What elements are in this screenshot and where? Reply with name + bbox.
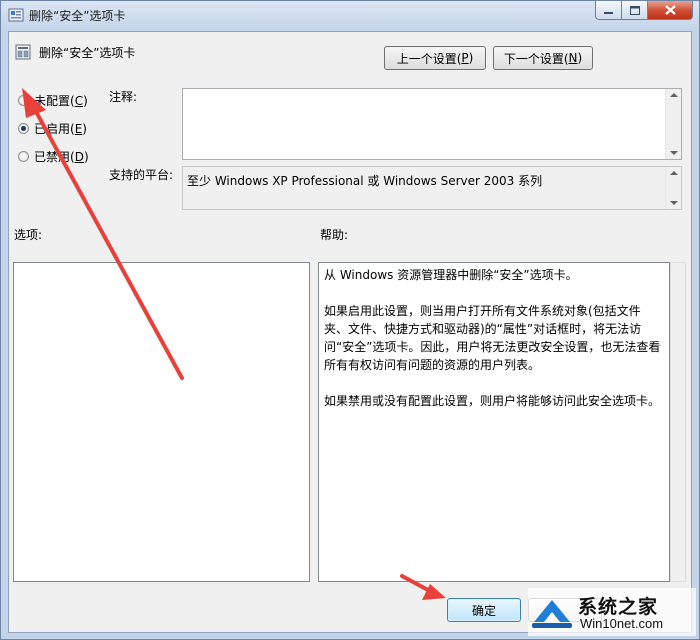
supported-platform-value: 至少 Windows XP Professional 或 Windows Ser…: [187, 174, 543, 188]
close-icon: [664, 5, 676, 15]
previous-setting-close-paren: ): [468, 51, 474, 65]
dialog-content: 删除“安全”选项卡 上一个设置(P) 下一个设置(N) 未配置(C) 已启用(E…: [8, 31, 692, 633]
radio-not-configured-label: 未配置(: [34, 94, 75, 108]
radio-not-configured-circle[interactable]: [18, 95, 29, 106]
dialog-window: 删除“安全”选项卡 删除“安全”选项卡 上一个设置(P) 下一个设置(N): [0, 0, 700, 640]
next-setting-close-paren: ): [577, 51, 583, 65]
comment-label: 注释:: [109, 90, 138, 104]
caption-buttons: [595, 1, 693, 21]
radio-enabled-label: 已启用(: [34, 122, 75, 136]
next-setting-label: 下一个设置(: [503, 51, 569, 66]
ok-button[interactable]: 确定: [447, 598, 521, 622]
radio-disabled-circle[interactable]: [18, 151, 29, 162]
window-title: 删除“安全”选项卡: [29, 9, 126, 23]
radio-not-configured-end: ): [83, 93, 88, 108]
radio-disabled-end: ): [83, 149, 89, 164]
scroll-down-icon[interactable]: [670, 151, 678, 155]
help-panel[interactable]: 从 Windows 资源管理器中删除“安全”选项卡。 如果启用此设置，则当用户打…: [318, 262, 670, 582]
previous-setting-label: 上一个设置(: [396, 51, 462, 66]
watermark-name: 系统之家: [578, 596, 659, 618]
scroll-down-icon[interactable]: [670, 201, 678, 205]
policy-title: 删除“安全”选项卡: [39, 46, 136, 60]
previous-setting-button[interactable]: 上一个设置(P): [384, 46, 486, 70]
help-scrollbar[interactable]: [670, 262, 686, 582]
radio-enabled[interactable]: 已启用(E): [18, 120, 87, 137]
next-setting-button[interactable]: 下一个设置(N): [493, 46, 593, 70]
help-paragraph-1: 从 Windows 资源管理器中删除“安全”选项卡。: [324, 268, 578, 282]
scroll-up-icon[interactable]: [670, 171, 678, 175]
minimize-button[interactable]: [595, 1, 622, 20]
radio-disabled[interactable]: 已禁用(D): [18, 148, 89, 165]
platform-scrollbar[interactable]: [665, 167, 681, 209]
comment-scrollbar[interactable]: [665, 89, 681, 159]
radio-not-configured-key: C: [74, 93, 84, 108]
options-panel[interactable]: [13, 262, 310, 582]
help-section-label: 帮助:: [320, 228, 349, 242]
options-section-label: 选项:: [14, 228, 43, 242]
maximize-icon: [629, 5, 640, 15]
help-paragraph-3: 如果禁用或没有配置此设置，则用户将能够访问此安全选项卡。: [324, 394, 661, 408]
radio-enabled-circle[interactable]: [18, 123, 29, 134]
close-button[interactable]: [648, 1, 693, 20]
group-policy-app-icon: [8, 8, 24, 22]
radio-disabled-label: 已禁用(: [34, 150, 75, 164]
minimize-icon: [604, 11, 613, 14]
help-paragraph-2: 如果启用此设置，则当用户打开所有文件系统对象(包括文件夹、文件、快捷方式和驱动器…: [324, 304, 661, 372]
radio-disabled-key: D: [74, 149, 84, 164]
watermark: 系统之家 Win10net.com: [528, 588, 696, 636]
win10net-logo-icon: [532, 600, 572, 628]
supported-platform-label: 支持的平台:: [109, 168, 174, 182]
comment-textarea[interactable]: [182, 88, 682, 160]
radio-enabled-key: E: [74, 121, 83, 136]
radio-not-configured[interactable]: 未配置(C): [18, 92, 88, 109]
radio-enabled-end: ): [82, 121, 87, 136]
watermark-url: Win10net.com: [580, 616, 664, 631]
title-bar[interactable]: 删除“安全”选项卡: [1, 1, 699, 29]
previous-setting-access-key: P: [461, 51, 469, 65]
maximize-button[interactable]: [622, 1, 648, 20]
policy-setting-icon: [15, 44, 31, 60]
scroll-up-icon[interactable]: [670, 93, 678, 97]
supported-platform-box: 至少 Windows XP Professional 或 Windows Ser…: [182, 166, 682, 210]
next-setting-access-key: N: [568, 51, 578, 65]
